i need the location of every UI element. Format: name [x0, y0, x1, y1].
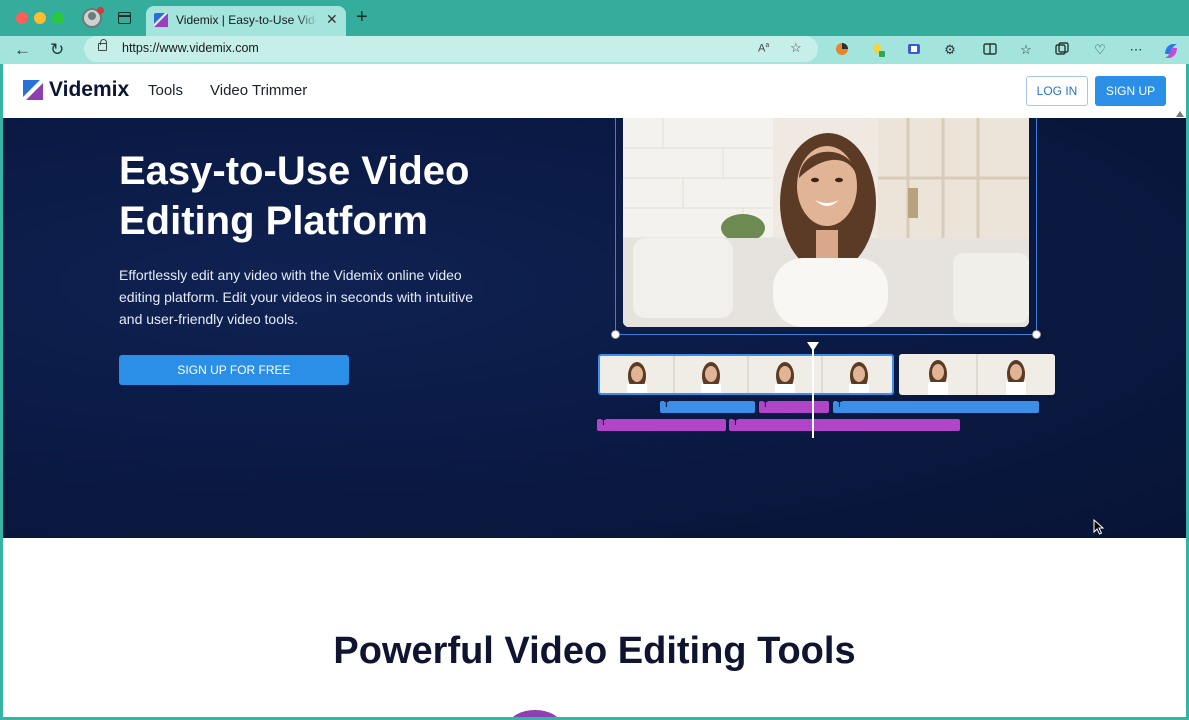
mouse-cursor-icon [1093, 519, 1105, 535]
browser-toolbar: ← ↻ https://www.videmix.com Aa ☆ ⚙ ☆ ♡ ⋯ [0, 36, 1189, 64]
resize-handle-bottom-left[interactable] [611, 330, 620, 339]
text-marker-icon: T [664, 400, 669, 409]
text-marker-icon: T [763, 400, 768, 409]
timeline-playhead[interactable] [812, 348, 814, 438]
more-options-icon[interactable]: ⋯ [1128, 42, 1144, 58]
text-marker-icon: T [733, 418, 738, 427]
site-header: Videmix Tools Video Trimmer LOG IN SIGN … [3, 64, 1186, 118]
hero-title-line2: Editing Platform [119, 199, 428, 243]
text-marker-icon: T [837, 400, 842, 409]
hero-section: Easy-to-Use Video Editing Platform Effor… [3, 118, 1186, 538]
favorites-icon[interactable]: ☆ [1018, 42, 1034, 58]
address-bar[interactable]: https://www.videmix.com Aa ☆ [84, 36, 818, 62]
browser-tab-bar: Videmix | Easy-to-Use Video Editing Plat… [0, 0, 1189, 36]
signup-free-button[interactable]: SIGN UP FOR FREE [119, 355, 349, 385]
video-clip-1[interactable] [598, 354, 894, 395]
text-track-5[interactable]: T [729, 418, 960, 431]
text-track-4[interactable]: T [597, 418, 726, 431]
signup-button[interactable]: SIGN UP [1095, 76, 1166, 106]
minimize-window-button[interactable] [34, 12, 46, 24]
close-window-button[interactable] [16, 12, 28, 24]
active-tab[interactable]: Videmix | Easy-to-Use Video Editing Plat… [146, 6, 346, 36]
favorite-star-icon[interactable]: ☆ [790, 40, 802, 56]
text-track-3[interactable]: T [833, 400, 1039, 413]
maximize-window-button[interactable] [52, 12, 64, 24]
notification-dot [97, 7, 104, 14]
videmix-logo-icon[interactable] [23, 80, 43, 100]
read-aloud-icon[interactable]: Aa [758, 42, 769, 55]
tool-icon-peek [509, 710, 561, 717]
video-preview-image [623, 118, 1029, 327]
extension-bulb-icon[interactable] [870, 42, 886, 58]
tab-actions-icon[interactable] [118, 12, 131, 24]
logo-text[interactable]: Videmix [49, 78, 129, 102]
scrollbar-up-arrow[interactable] [1176, 111, 1184, 117]
hero-title-line1: Easy-to-Use Video [119, 149, 470, 193]
playhead-marker-icon[interactable] [807, 342, 819, 351]
login-button[interactable]: LOG IN [1026, 76, 1088, 106]
hero-description: Effortlessly edit any video with the Vid… [119, 267, 474, 327]
new-tab-button[interactable]: + [356, 7, 368, 27]
text-track-1[interactable]: T [660, 400, 755, 413]
video-clip-2[interactable] [899, 354, 1055, 395]
videmix-favicon-icon [154, 13, 168, 27]
extension-color-icon[interactable] [834, 42, 850, 58]
tab-title-fade [296, 10, 318, 30]
nav-tools[interactable]: Tools [148, 82, 183, 99]
extensions-puzzle-icon[interactable]: ⚙ [942, 42, 958, 58]
url-text[interactable]: https://www.videmix.com [122, 41, 259, 55]
resize-handle-bottom-right[interactable] [1032, 330, 1041, 339]
text-track-2[interactable]: T [759, 400, 829, 413]
reload-button[interactable]: ↻ [50, 39, 64, 61]
split-screen-icon[interactable] [982, 42, 998, 58]
extension-reader-icon[interactable] [906, 42, 922, 58]
text-marker-icon: T [601, 418, 606, 427]
browser-essentials-icon[interactable]: ♡ [1092, 42, 1108, 58]
tools-section-title: Powerful Video Editing Tools [333, 630, 856, 672]
tab-close-icon[interactable]: ✕ [326, 11, 338, 28]
collections-icon[interactable] [1054, 42, 1070, 58]
copilot-icon[interactable] [1162, 42, 1178, 58]
hero-title: Easy-to-Use Video Editing Platform [119, 146, 539, 246]
nav-video-trimmer[interactable]: Video Trimmer [210, 82, 307, 99]
back-button[interactable]: ← [14, 39, 31, 61]
page-viewport: Videmix Tools Video Trimmer LOG IN SIGN … [3, 64, 1186, 717]
lock-icon[interactable] [98, 39, 107, 51]
tab-title: Videmix | Easy-to-Use Video Editing Plat… [176, 13, 316, 27]
